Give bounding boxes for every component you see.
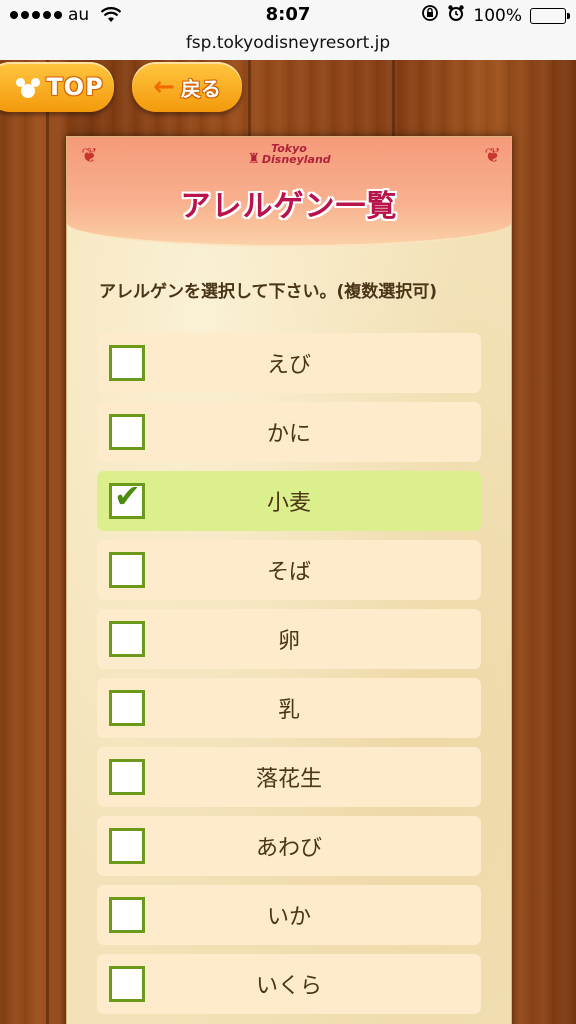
status-bar: au 8:07 100% [0,0,576,30]
mickey-icon [14,76,41,98]
top-button[interactable]: TOP [0,62,114,112]
orientation-lock-icon [421,4,439,27]
allergen-label: 落花生 [255,767,322,792]
battery-percent: 100% [473,5,522,26]
allergen-label: 乳 [277,698,300,723]
allergen-item[interactable]: いくら [97,954,481,1014]
top-button-label: TOP [46,73,104,101]
url-bar[interactable]: fsp.tokyodisneyresort.jp [0,30,576,60]
tokyo-disneyland-logo: Tokyo ♜ Disneyland [67,143,511,167]
plank-divider [46,60,49,1024]
allergen-label: えび [266,353,311,378]
arrow-left-icon: ← [153,72,175,102]
alarm-icon [447,4,465,27]
allergen-label: あわび [255,836,322,861]
allergen-label: いか [266,905,311,930]
allergen-label: いくら [255,974,322,999]
allergen-item[interactable]: 乳 [97,678,481,738]
allergen-label: そば [266,560,311,585]
allergen-panel: ❦ ❦ Tokyo ♜ Disneyland アレルゲン一覧 アレルゲンを選択して… [66,136,512,1024]
allergen-item[interactable]: 卵 [97,609,481,669]
castle-icon: ♜ [247,151,260,167]
back-button-label: 戻る [180,76,221,101]
allergen-item[interactable]: そば [97,540,481,600]
allergen-item[interactable]: えび [97,333,481,393]
allergen-label: 卵 [277,629,300,654]
allergen-item[interactable]: あわび [97,816,481,876]
allergen-list: えび かに ✔ 小麦 そば 卵 乳 落花生 あわび いか いくら [97,333,481,1023]
panel-header: ❦ ❦ Tokyo ♜ Disneyland アレルゲン一覧 [67,137,511,247]
battery-icon [530,7,570,24]
back-button[interactable]: ← 戻る [132,62,242,112]
status-right: 100% [421,4,570,27]
instruction-text: アレルゲンを選択して下さい。(複数選択可) [99,282,438,302]
allergen-item[interactable]: かに [97,402,481,462]
logo-line2: Disneyland [261,153,331,166]
allergen-label: かに [266,422,311,447]
allergen-label: 小麦 [266,491,311,516]
allergen-item[interactable]: ✔ 小麦 [97,471,481,531]
page-title: アレルゲン一覧 [180,189,398,224]
allergen-item[interactable]: 落花生 [97,747,481,807]
allergen-item[interactable]: いか [97,885,481,945]
